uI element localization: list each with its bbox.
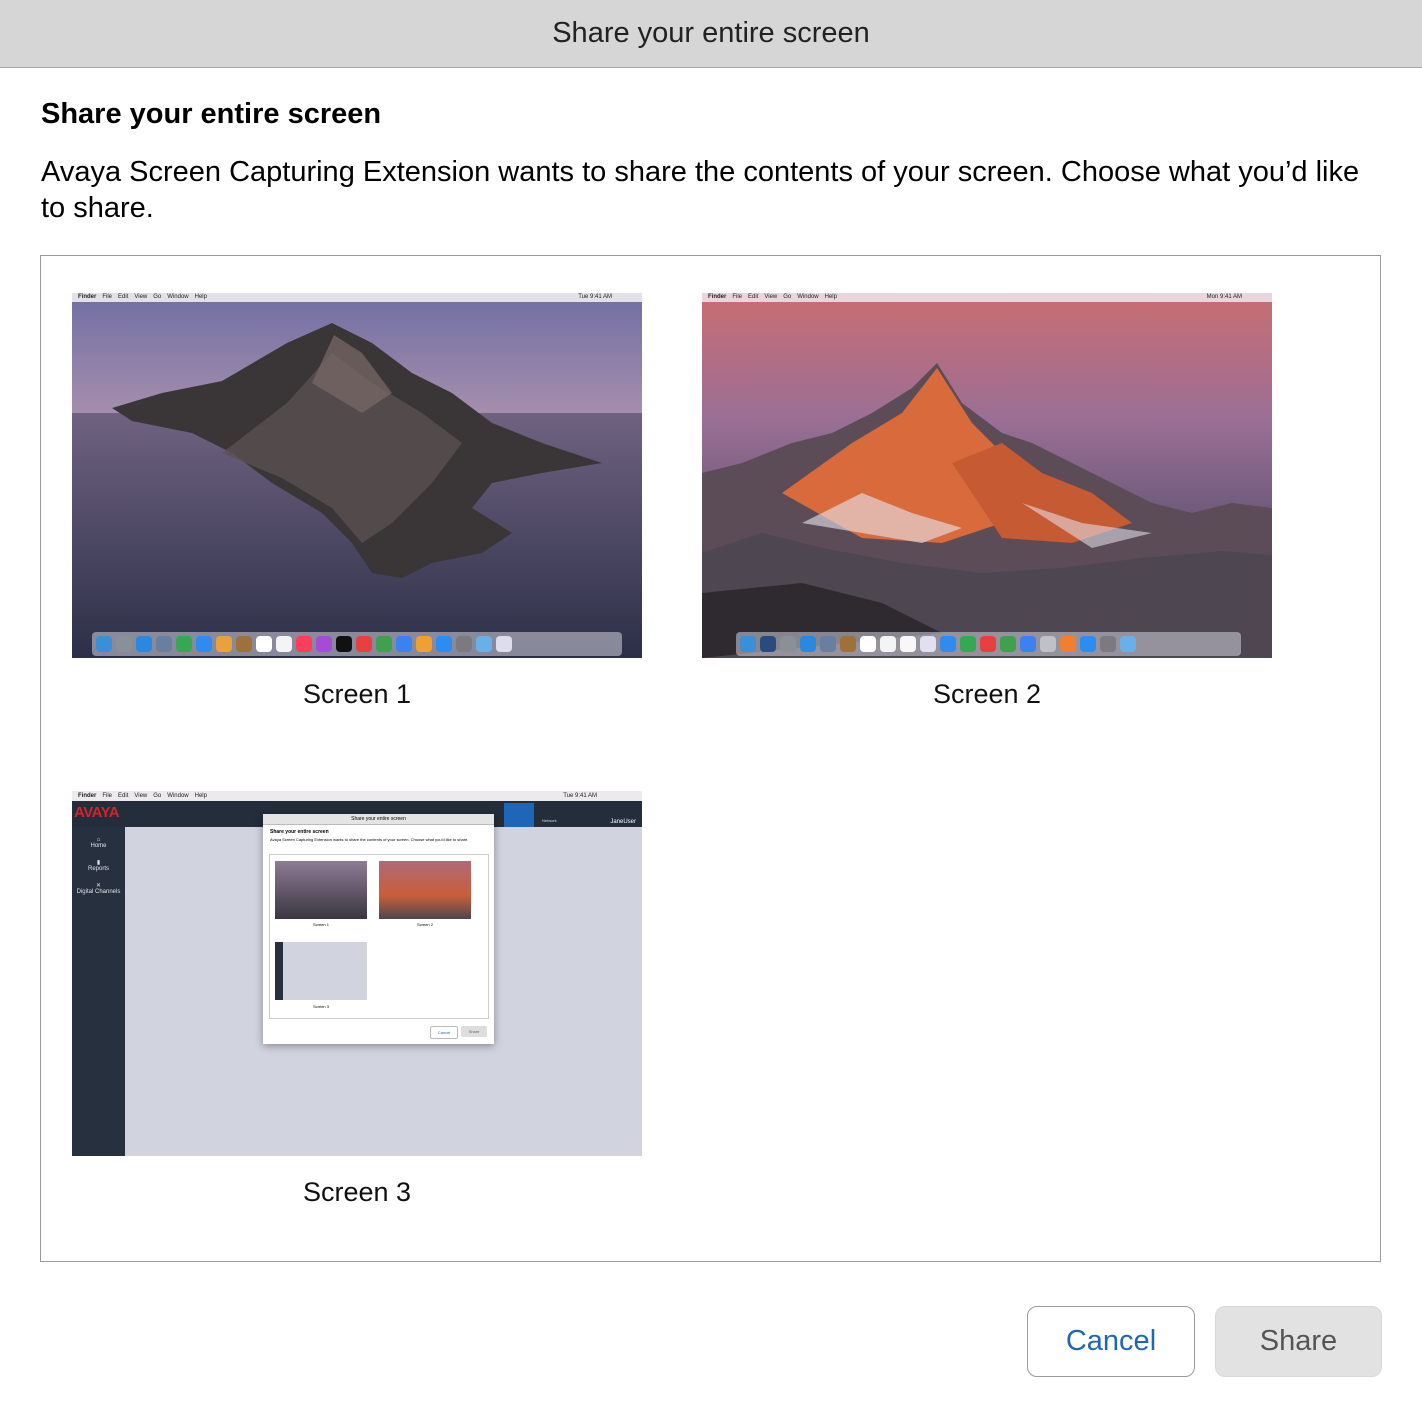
screen-2-thumbnail[interactable]: Finder File Edit View Go Window Help Mon 9:41 … [702,293,1272,658]
avaya-sidebar: ⌂ Home ▮ Reports ✕ Digital Channels [72,827,125,1156]
window-title-bar: Share your entire screen [0,0,1422,68]
screen-3-label[interactable]: Screen 3 [72,1177,642,1208]
dialog-description: Avaya Screen Capturing Extension wants t… [41,156,1360,224]
screen-2-dock [736,632,1241,656]
nested-share-dialog: Share your entire screen Share your enti… [263,814,494,1044]
screen-picker-panel: Finder File Edit View Go Window Help Tue 9:41 … [40,255,1381,1262]
avaya-logo: AVAYA [74,804,120,821]
catalina-wallpaper [72,293,642,658]
sidebar-item-digital-channels: ✕ Digital Channels [76,883,121,895]
screen-2-menubar: Finder File Edit View Go Window Help Mon 9:41 … [702,293,1272,302]
sierra-wallpaper [702,293,1272,658]
cancel-button[interactable]: Cancel [1027,1306,1195,1377]
dialog-heading: Share your entire screen [41,98,382,130]
share-button[interactable]: Share [1215,1306,1382,1377]
screen-1-menubar: Finder File Edit View Go Window Help Tue 9:41 … [72,293,642,302]
phone-icon [504,803,534,827]
screen-1-thumbnail[interactable]: Finder File Edit View Go Window Help Tue 9:41 … [72,293,642,658]
window-title: Share your entire screen [552,17,870,49]
screen-2-label[interactable]: Screen 2 [702,679,1272,710]
screen-3-thumbnail[interactable]: Finder File Edit View Go Window Help Tue 9:41 … [72,791,642,1156]
sidebar-item-home: ⌂ Home [90,837,107,849]
screen-1-label[interactable]: Screen 1 [72,679,642,710]
screen-3-menubar: Finder File Edit View Go Window Help Tue 9:41 … [72,791,642,801]
screen-1-dock [92,632,622,656]
sidebar-item-reports: ▮ Reports [87,860,109,872]
